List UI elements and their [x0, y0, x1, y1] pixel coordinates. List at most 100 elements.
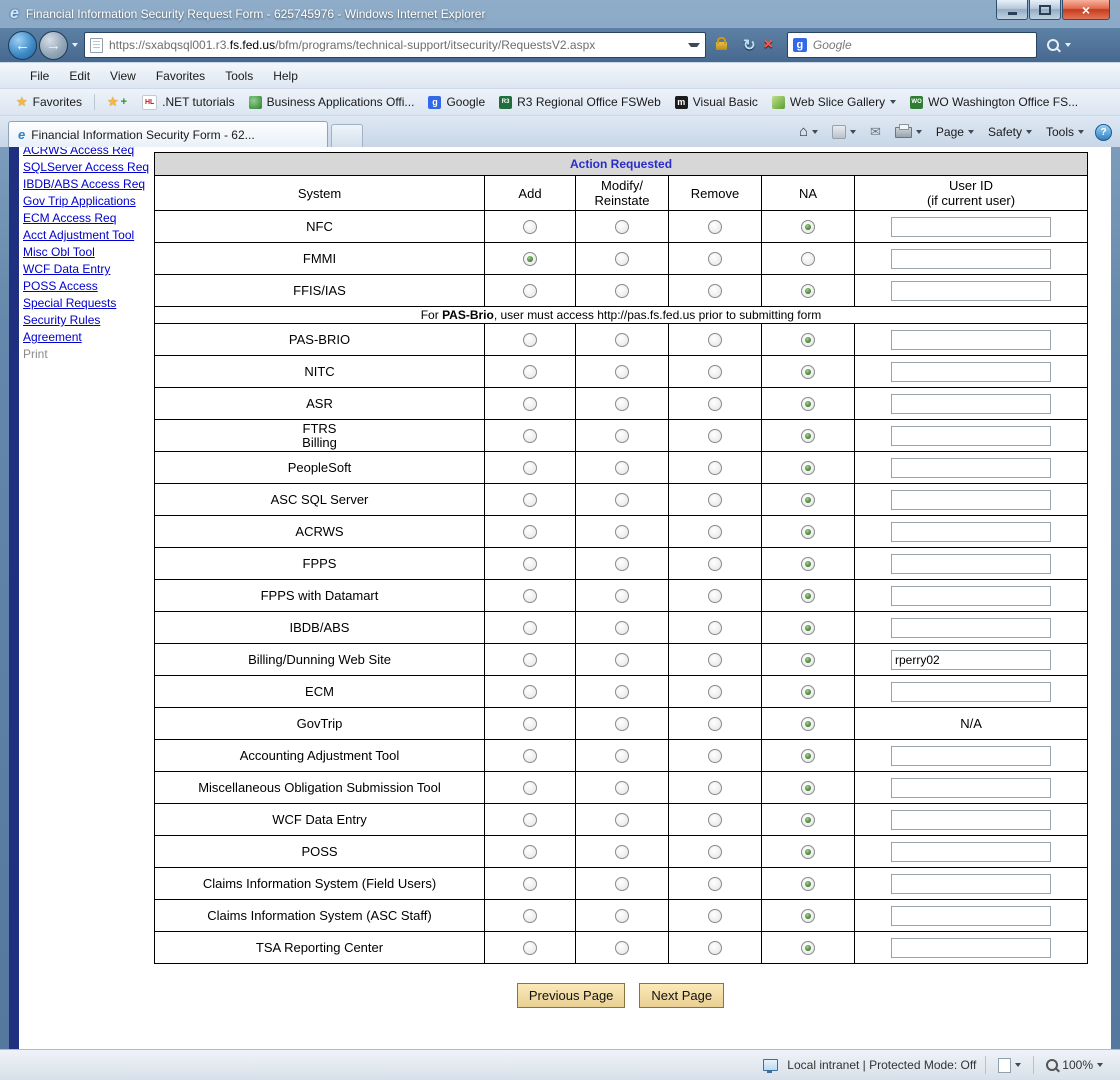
radio-modify[interactable]: [615, 717, 629, 731]
favorite-link-web-slice-gallery[interactable]: Web Slice Gallery: [765, 92, 903, 112]
radio-add[interactable]: [523, 813, 537, 827]
radio-remove[interactable]: [708, 589, 722, 603]
radio-remove[interactable]: [708, 909, 722, 923]
user-id-input[interactable]: [891, 426, 1051, 446]
user-id-input[interactable]: [891, 682, 1051, 702]
user-id-input[interactable]: [891, 874, 1051, 894]
radio-modify[interactable]: [615, 589, 629, 603]
search-button[interactable]: [1047, 39, 1059, 51]
radio-modify[interactable]: [615, 365, 629, 379]
radio-na[interactable]: [801, 813, 815, 827]
user-id-input[interactable]: [891, 586, 1051, 606]
radio-add[interactable]: [523, 685, 537, 699]
radio-add[interactable]: [523, 845, 537, 859]
user-id-input[interactable]: [891, 330, 1051, 350]
user-id-input[interactable]: [891, 458, 1051, 478]
radio-remove[interactable]: [708, 781, 722, 795]
radio-modify[interactable]: [615, 461, 629, 475]
radio-na[interactable]: [801, 525, 815, 539]
sidebar-link[interactable]: Gov Trip Applications: [23, 193, 154, 210]
radio-add[interactable]: [523, 941, 537, 955]
radio-remove[interactable]: [708, 252, 722, 266]
previous-page-button[interactable]: Previous Page: [517, 983, 626, 1008]
user-id-input[interactable]: [891, 522, 1051, 542]
radio-add[interactable]: [523, 429, 537, 443]
favorite-link-net-tutorials[interactable]: HL .NET tutorials: [135, 92, 241, 113]
radio-remove[interactable]: [708, 749, 722, 763]
radio-na[interactable]: [801, 781, 815, 795]
close-button[interactable]: ×: [1062, 0, 1110, 20]
radio-add[interactable]: [523, 781, 537, 795]
print-button[interactable]: [892, 125, 925, 140]
feeds-button[interactable]: [829, 123, 859, 141]
radio-remove[interactable]: [708, 365, 722, 379]
read-mail-button[interactable]: ✉: [867, 122, 884, 142]
radio-add[interactable]: [523, 525, 537, 539]
radio-modify[interactable]: [615, 877, 629, 891]
favorite-link-r3-fsweb[interactable]: R3 R3 Regional Office FSWeb: [492, 92, 668, 112]
sidebar-link[interactable]: Agreement: [23, 329, 154, 346]
menu-edit[interactable]: Edit: [59, 65, 100, 87]
tab-financial-security-form[interactable]: e Financial Information Security Form - …: [8, 121, 328, 147]
radio-modify[interactable]: [615, 653, 629, 667]
favorite-link-wo-washington-office[interactable]: WO WO Washington Office FS...: [903, 92, 1085, 112]
radio-na[interactable]: [801, 461, 815, 475]
favorite-link-google[interactable]: g Google: [421, 92, 492, 112]
zoom-control[interactable]: 100%: [1043, 1056, 1106, 1074]
history-dropdown-icon[interactable]: [72, 43, 78, 47]
radio-add[interactable]: [523, 653, 537, 667]
radio-na[interactable]: [801, 429, 815, 443]
user-id-input[interactable]: [891, 217, 1051, 237]
radio-modify[interactable]: [615, 284, 629, 298]
radio-remove[interactable]: [708, 845, 722, 859]
radio-modify[interactable]: [615, 781, 629, 795]
radio-add[interactable]: [523, 909, 537, 923]
radio-modify[interactable]: [615, 429, 629, 443]
radio-modify[interactable]: [615, 557, 629, 571]
user-id-input[interactable]: [891, 618, 1051, 638]
page-menu-button[interactable]: Page: [933, 123, 977, 141]
menu-tools[interactable]: Tools: [215, 65, 263, 87]
radio-na[interactable]: [801, 717, 815, 731]
radio-na[interactable]: [801, 252, 815, 266]
radio-na[interactable]: [801, 284, 815, 298]
radio-na[interactable]: [801, 621, 815, 635]
radio-remove[interactable]: [708, 557, 722, 571]
tools-menu-button[interactable]: Tools: [1043, 123, 1087, 141]
radio-remove[interactable]: [708, 621, 722, 635]
radio-add[interactable]: [523, 284, 537, 298]
radio-na[interactable]: [801, 909, 815, 923]
safety-menu-button[interactable]: Safety: [985, 123, 1035, 141]
radio-na[interactable]: [801, 749, 815, 763]
radio-remove[interactable]: [708, 220, 722, 234]
radio-na[interactable]: [801, 365, 815, 379]
user-id-input[interactable]: [891, 554, 1051, 574]
user-id-input[interactable]: [891, 249, 1051, 269]
radio-na[interactable]: [801, 877, 815, 891]
sidebar-link[interactable]: SQLServer Access Req: [23, 159, 154, 176]
help-button[interactable]: ?: [1095, 124, 1112, 141]
radio-modify[interactable]: [615, 333, 629, 347]
radio-add[interactable]: [523, 621, 537, 635]
radio-modify[interactable]: [615, 621, 629, 635]
new-tab-button[interactable]: [331, 124, 363, 147]
radio-add[interactable]: [523, 589, 537, 603]
radio-na[interactable]: [801, 845, 815, 859]
radio-na[interactable]: [801, 685, 815, 699]
radio-add[interactable]: [523, 557, 537, 571]
radio-remove[interactable]: [708, 333, 722, 347]
radio-remove[interactable]: [708, 493, 722, 507]
radio-add[interactable]: [523, 220, 537, 234]
page-view-button[interactable]: [995, 1056, 1024, 1075]
radio-modify[interactable]: [615, 252, 629, 266]
radio-na[interactable]: [801, 941, 815, 955]
radio-na[interactable]: [801, 493, 815, 507]
radio-remove[interactable]: [708, 525, 722, 539]
radio-add[interactable]: [523, 397, 537, 411]
radio-modify[interactable]: [615, 685, 629, 699]
favorites-button[interactable]: ★ Favorites: [8, 91, 90, 113]
home-button[interactable]: ⌂: [796, 124, 821, 140]
favorite-link-business-applications[interactable]: Business Applications Offi...: [242, 92, 422, 112]
sidebar-link[interactable]: IBDB/ABS Access Req: [23, 176, 154, 193]
radio-add[interactable]: [523, 749, 537, 763]
